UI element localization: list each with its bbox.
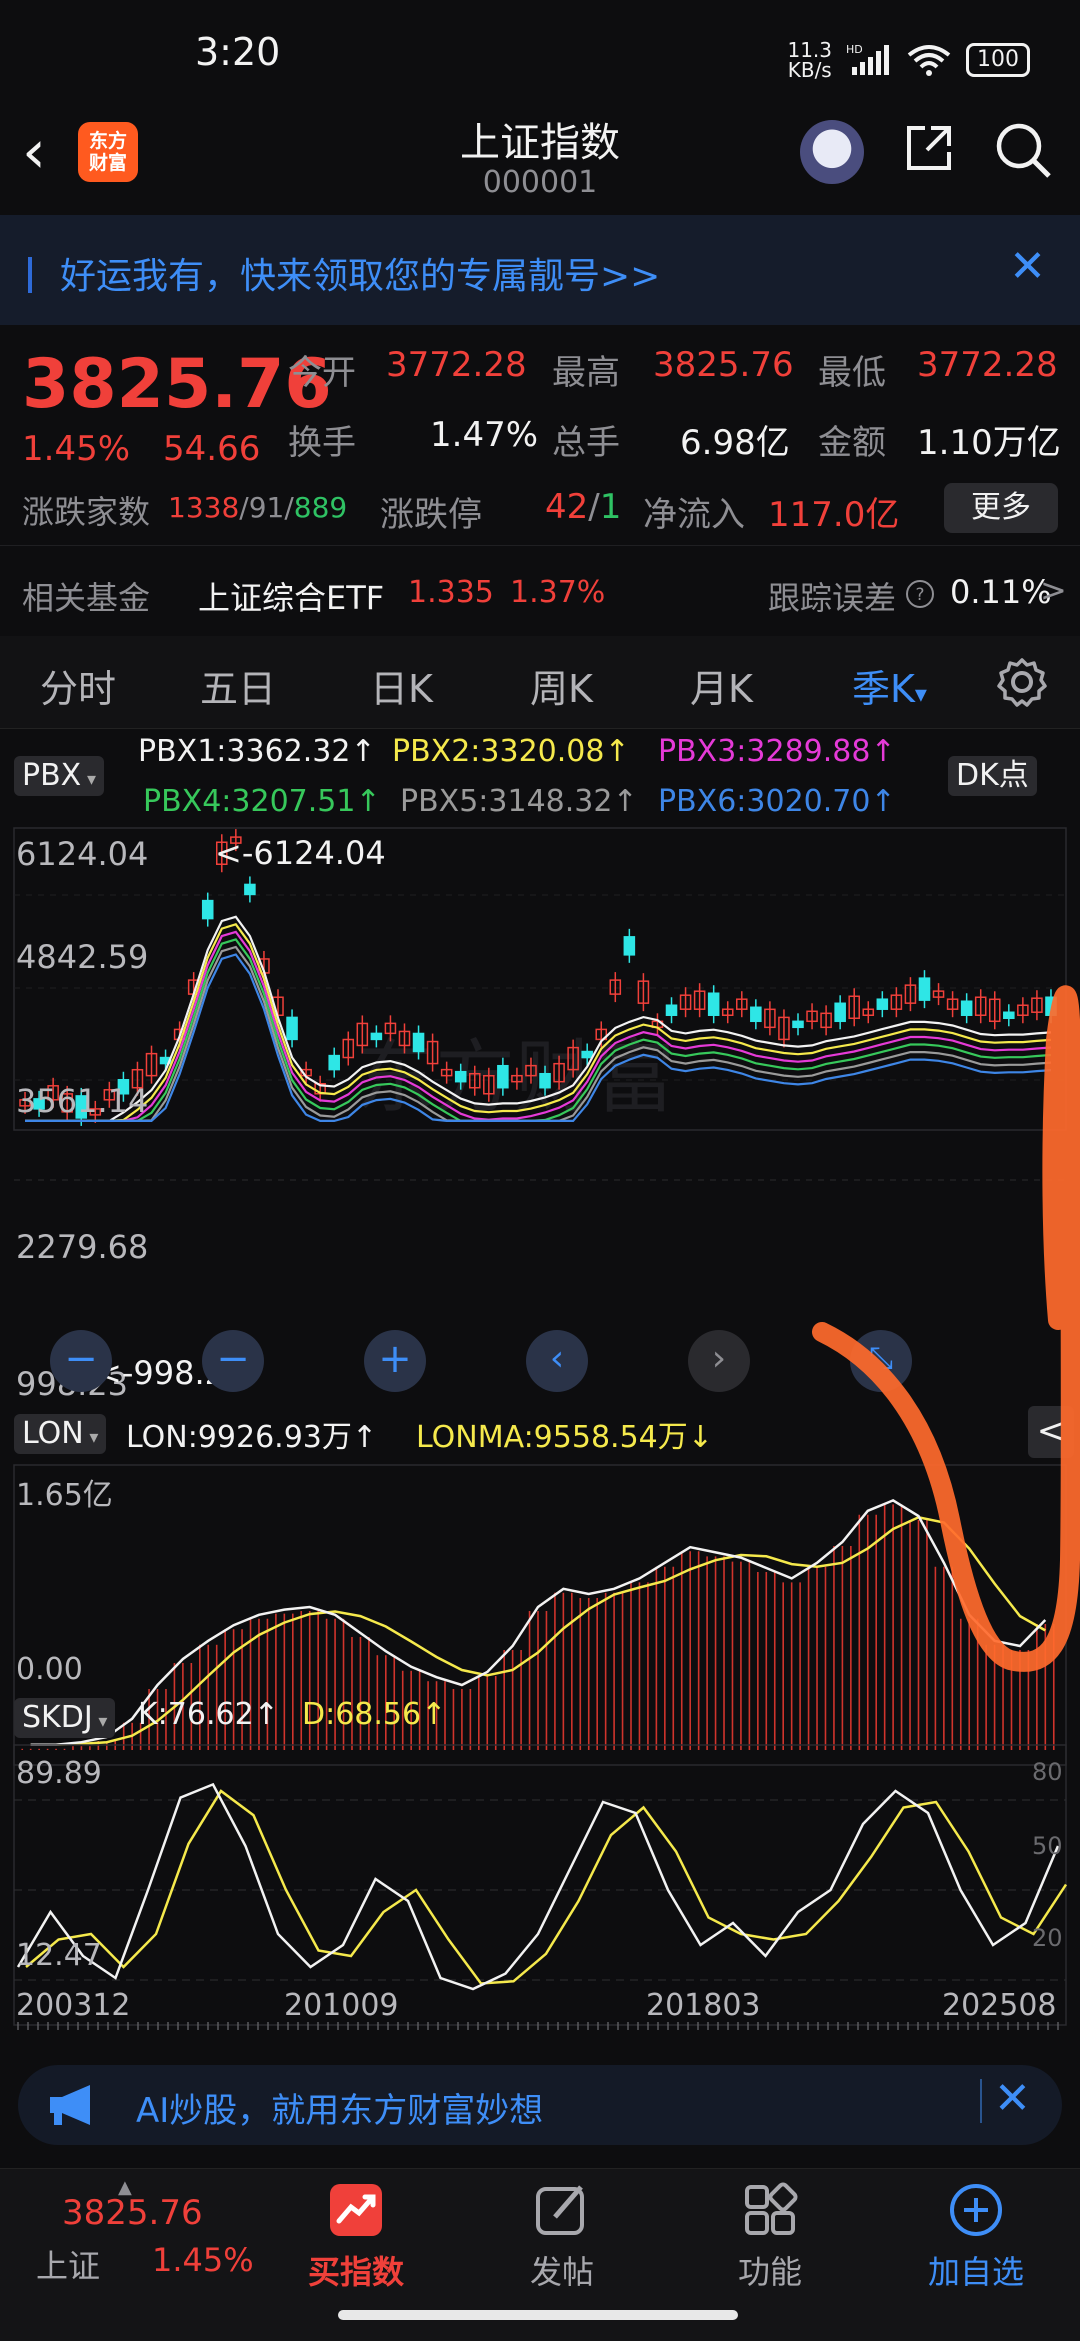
nav-functions[interactable]: 功能 [690,2181,850,2293]
nav-post[interactable]: 发帖 [482,2181,642,2293]
user-annotation-stroke [812,985,1080,1672]
close-icon[interactable]: ✕ [994,2073,1031,2124]
nav-buy-index[interactable]: 买指数 [276,2181,436,2293]
nav-add-watchlist[interactable]: 加自选 [896,2181,1056,2293]
home-indicator[interactable] [338,2310,738,2320]
add-circle-icon [950,2184,1002,2236]
nav-index-name[interactable]: 上证 [36,2241,100,2287]
grid-icon [745,2182,798,2235]
nav-index-price[interactable]: 3825.76 [62,2193,203,2233]
nav-buy-label: 买指数 [307,2253,404,2291]
trend-chart-icon [330,2184,382,2236]
nav-index-pct: 1.45% [152,2241,254,2279]
ai-ad-banner[interactable]: AI炒股，就用东方财富妙想 ✕ [18,2065,1062,2145]
megaphone-icon [50,2085,90,2125]
ad-text[interactable]: AI炒股，就用东方财富妙想 [136,2083,543,2132]
divider [980,2079,982,2123]
nav-func-label: 功能 [737,2253,802,2291]
nav-post-label: 发帖 [529,2253,594,2291]
edit-icon [536,2185,584,2235]
nav-add-label: 加自选 [927,2253,1024,2291]
